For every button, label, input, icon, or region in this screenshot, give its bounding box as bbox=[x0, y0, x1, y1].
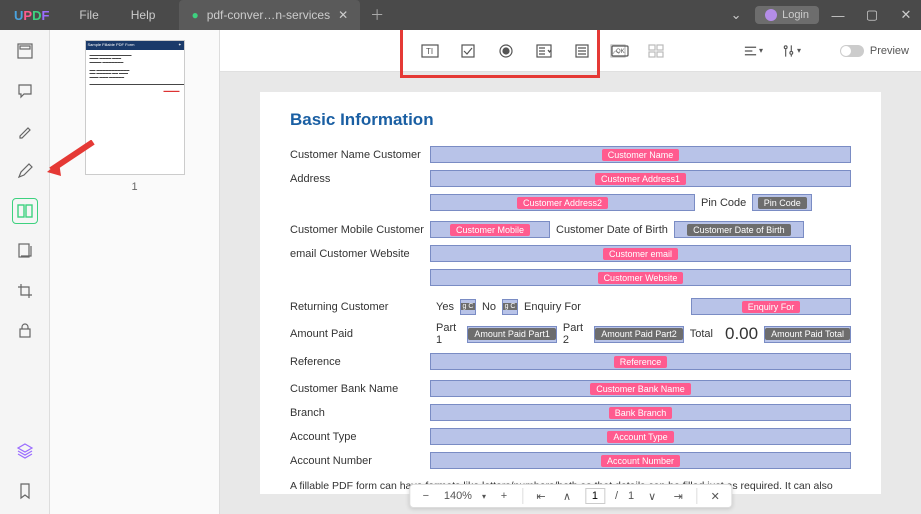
text-field-tool[interactable]: TI bbox=[420, 41, 440, 61]
close-bar-button[interactable]: ✕ bbox=[707, 488, 723, 504]
rail-bookmark-icon[interactable] bbox=[12, 478, 38, 504]
field-account-number[interactable]: Account Number bbox=[430, 452, 851, 469]
preview-label: Preview bbox=[870, 45, 909, 57]
login-label: Login bbox=[782, 9, 809, 21]
dropdown-tool[interactable] bbox=[534, 41, 554, 61]
field-website[interactable]: Customer Website bbox=[430, 269, 851, 286]
field-bank[interactable]: Customer Bank Name bbox=[430, 380, 851, 397]
radio-tool[interactable] bbox=[496, 41, 516, 61]
label-customer-name: Customer Name Customer bbox=[290, 149, 430, 161]
field-email[interactable]: Customer email bbox=[430, 245, 851, 262]
field-address2[interactable]: Customer Address2 bbox=[430, 194, 695, 211]
field-account-type[interactable]: Account Type bbox=[430, 428, 851, 445]
pdf-page: Basic Information Customer Name Customer… bbox=[260, 92, 881, 494]
image-tool[interactable] bbox=[646, 41, 666, 61]
label-returning: Returning Customer bbox=[290, 301, 430, 313]
label-amount: Amount Paid bbox=[290, 328, 430, 340]
label-bank: Customer Bank Name bbox=[290, 383, 430, 395]
label-pincode: Pin Code bbox=[695, 197, 752, 209]
tab-indicator: ● bbox=[191, 8, 198, 22]
checkbox-yes[interactable]: g C bbox=[460, 299, 476, 315]
label-dob: Customer Date of Birth bbox=[550, 224, 674, 236]
label-account-number: Account Number bbox=[290, 455, 430, 467]
close-button[interactable]: ✕ bbox=[891, 7, 921, 23]
rail-layers-icon[interactable] bbox=[12, 438, 38, 464]
last-page-button[interactable]: ⇥ bbox=[670, 488, 686, 504]
next-page-button[interactable]: ∨ bbox=[644, 488, 660, 504]
label-address: Address bbox=[290, 173, 430, 185]
login-button[interactable]: Login bbox=[755, 6, 819, 24]
field-address1[interactable]: Customer Address1 bbox=[430, 170, 851, 187]
zoom-bar: − 140%▾ + ⇤ ∧ /1 ∨ ⇥ ✕ bbox=[409, 484, 732, 508]
menu-help[interactable]: Help bbox=[115, 8, 172, 22]
prev-page-button[interactable]: ∧ bbox=[559, 488, 575, 504]
zoom-value[interactable]: 140% bbox=[444, 490, 472, 502]
page-thumbnail[interactable]: Sample Fillable PDF Form✦ ▬▬▬▬▬▬▬▬▬▬▬▬▬▬… bbox=[85, 40, 185, 175]
section-heading: Basic Information bbox=[290, 110, 851, 130]
rail-crop-icon[interactable] bbox=[12, 278, 38, 304]
field-amount-total[interactable]: Amount Paid Total bbox=[764, 326, 851, 343]
thumbnail-panel: Sample Fillable PDF Form✦ ▬▬▬▬▬▬▬▬▬▬▬▬▬▬… bbox=[50, 30, 220, 514]
field-customer-name[interactable]: Customer Name bbox=[430, 146, 851, 163]
checkbox-no[interactable]: g C bbox=[502, 299, 518, 315]
avatar-icon bbox=[765, 9, 777, 21]
label-mobile: Customer Mobile Customer bbox=[290, 224, 430, 236]
minimize-button[interactable]: — bbox=[823, 8, 853, 23]
field-amount-part2[interactable]: Amount Paid Part2 bbox=[594, 326, 684, 343]
rail-thumbnails-icon[interactable] bbox=[12, 38, 38, 64]
rail-highlight-icon[interactable] bbox=[12, 118, 38, 144]
field-amount-part1[interactable]: Amount Paid Part1 bbox=[467, 326, 557, 343]
checkbox-tool[interactable] bbox=[458, 41, 478, 61]
field-dob[interactable]: Customer Date of Birth bbox=[674, 221, 804, 238]
tab-label: pdf-conver…n-services bbox=[207, 8, 330, 22]
maximize-button[interactable]: ▢ bbox=[857, 7, 887, 23]
menu-file[interactable]: File bbox=[63, 8, 114, 22]
settings-tool[interactable]: ▾ bbox=[781, 41, 801, 61]
document-tab[interactable]: ● pdf-conver…n-services ✕ bbox=[179, 0, 360, 30]
first-page-button[interactable]: ⇤ bbox=[533, 488, 549, 504]
rail-comment-icon[interactable] bbox=[12, 78, 38, 104]
chevron-down-icon[interactable]: ⌄ bbox=[721, 7, 751, 23]
page-total: 1 bbox=[628, 490, 634, 502]
thumbnail-page-number: 1 bbox=[131, 181, 137, 193]
signature-tool[interactable] bbox=[608, 41, 628, 61]
rail-edit-icon[interactable] bbox=[12, 158, 38, 184]
svg-text:TI: TI bbox=[426, 47, 433, 56]
label-branch: Branch bbox=[290, 407, 430, 419]
field-pincode[interactable]: Pin Code bbox=[752, 194, 812, 211]
zoom-out-button[interactable]: − bbox=[418, 488, 434, 504]
add-tab-button[interactable]: ＋ bbox=[370, 5, 384, 25]
rail-organize-icon[interactable] bbox=[12, 238, 38, 264]
label-reference: Reference bbox=[290, 356, 430, 368]
form-toolbar: TI OK ▾ ▾ Preview bbox=[220, 30, 921, 72]
field-reference[interactable]: Reference bbox=[430, 353, 851, 370]
preview-toggle[interactable] bbox=[840, 45, 864, 57]
listbox-tool[interactable] bbox=[572, 41, 592, 61]
align-tool[interactable]: ▾ bbox=[743, 41, 763, 61]
label-account-type: Account Type bbox=[290, 431, 430, 443]
app-logo: UPDF bbox=[0, 8, 63, 23]
page-input[interactable] bbox=[585, 488, 605, 504]
total-value: 0.00 bbox=[719, 324, 764, 344]
close-icon[interactable]: ✕ bbox=[338, 8, 348, 22]
rail-form-icon[interactable] bbox=[12, 198, 38, 224]
label-email-site: email Customer Website bbox=[290, 248, 430, 260]
field-mobile[interactable]: Customer Mobile bbox=[430, 221, 550, 238]
field-branch[interactable]: Bank Branch bbox=[430, 404, 851, 421]
rail-protect-icon[interactable] bbox=[12, 318, 38, 344]
field-enquiry[interactable]: Enquiry For bbox=[691, 298, 851, 315]
zoom-in-button[interactable]: + bbox=[496, 488, 512, 504]
